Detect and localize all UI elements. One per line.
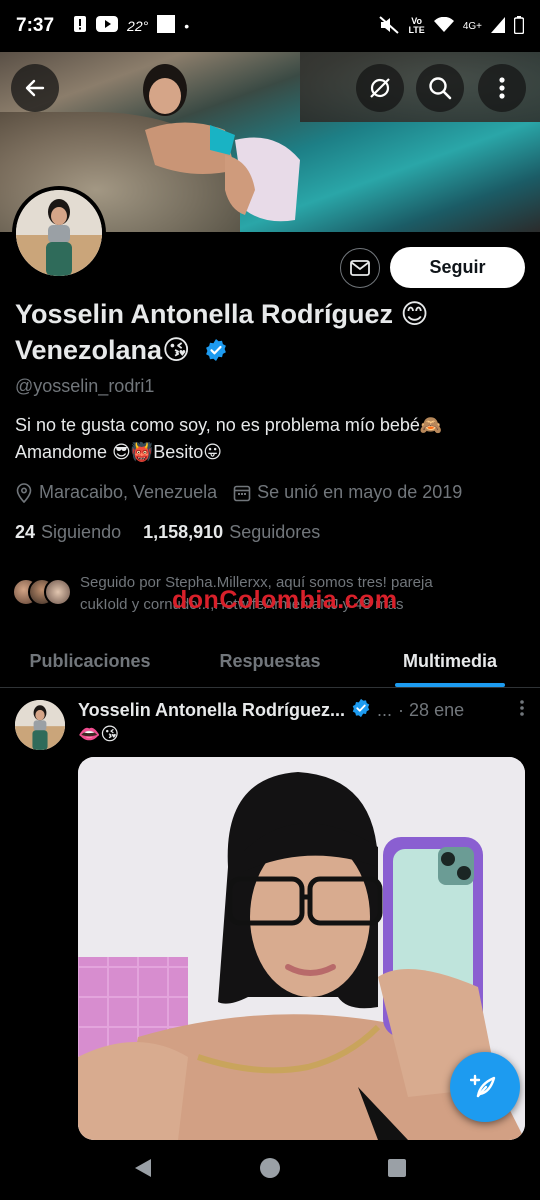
- profile-avatar[interactable]: [12, 186, 106, 280]
- nav-back-button[interactable]: [133, 1157, 153, 1184]
- watermark-text: donColombia.com: [172, 586, 398, 614]
- follow-button[interactable]: Seguir: [390, 247, 525, 288]
- alert-notification-icon: [73, 15, 87, 38]
- post-header: Yosselin Antonella Rodríguez... ... · 28…: [78, 698, 525, 723]
- hide-retweets-button[interactable]: [356, 64, 404, 112]
- compose-post-icon: [470, 1074, 496, 1098]
- follower-avatar: [44, 578, 72, 606]
- dot-icon: •: [184, 18, 190, 34]
- followers-count: 1,158,910: [143, 522, 224, 542]
- mail-icon: [350, 260, 370, 276]
- nav-home-button[interactable]: [259, 1157, 281, 1184]
- white-square-icon: [157, 14, 176, 38]
- profile-bio: Si no te gusta como soy, no es problema …: [15, 412, 525, 466]
- post-avatar-photo: [15, 700, 65, 750]
- temperature: 22°: [127, 18, 149, 34]
- signal-icon: [491, 16, 505, 36]
- network-type: 4G+: [462, 20, 482, 32]
- post-date: · 28 ene: [398, 700, 465, 720]
- profile-location: Maracaibo, Venezuela: [39, 482, 218, 502]
- tab-publicaciones[interactable]: Publicaciones: [0, 636, 180, 687]
- wifi-icon: [433, 16, 454, 36]
- profile-display-name: Yosselin Antonella Rodríguez 😊 Venezolan…: [15, 296, 525, 371]
- nav-back-icon: [135, 1158, 151, 1177]
- nav-recents-icon: [388, 1158, 406, 1177]
- profile-joined-date: Se unió en mayo de 2019: [257, 482, 463, 502]
- following-label: Siguiendo: [41, 522, 122, 542]
- battery-icon: [513, 15, 525, 37]
- followed-by-avatars: [12, 578, 72, 606]
- bio-line: Si no te gusta como soy, no es problema …: [15, 415, 443, 435]
- profile-meta: Maracaibo, Venezuela Se unió en mayo de …: [15, 482, 462, 503]
- search-icon: [429, 77, 452, 100]
- tab-multimedia[interactable]: Multimedia: [360, 636, 540, 687]
- status-bar: 7:37 22° • Vo LTE 4G+: [0, 0, 540, 52]
- compose-post-button[interactable]: [450, 1052, 520, 1122]
- following-link[interactable]: 24 Siguiendo: [15, 522, 121, 543]
- post-author-avatar[interactable]: [15, 700, 65, 750]
- more-vertical-icon: [499, 77, 505, 99]
- profile-stats: 24 Siguiendo 1,158,910 Seguidores: [15, 522, 320, 543]
- search-button[interactable]: [416, 64, 464, 112]
- back-button[interactable]: [11, 64, 59, 112]
- profile-tabs: Publicaciones Respuestas Multimedia: [0, 636, 540, 688]
- followers-label: Seguidores: [229, 522, 321, 542]
- clock: 7:37: [16, 15, 55, 36]
- verified-badge-icon[interactable]: [204, 335, 228, 371]
- youtube-icon: [96, 15, 119, 37]
- android-nav-bar: [0, 1140, 540, 1200]
- profile-handle: @yosselin_rodri1: [15, 376, 155, 396]
- hide-retweets-icon: [370, 78, 390, 98]
- banner-photo-figure: [143, 64, 300, 222]
- bio-line: Amandome 😎👹Besito😛: [15, 442, 223, 462]
- post-text: 👄😘: [78, 724, 120, 744]
- verified-badge-icon: [351, 698, 371, 723]
- nav-home-icon: [260, 1157, 280, 1178]
- location-pin-icon: [16, 482, 32, 503]
- post-author-name[interactable]: Yosselin Antonella Rodríguez...: [78, 700, 345, 721]
- nav-recents-button[interactable]: [387, 1158, 407, 1183]
- back-arrow-icon: [25, 79, 45, 97]
- post-more-icon[interactable]: [519, 699, 525, 723]
- more-options-button[interactable]: [478, 64, 526, 112]
- post-handle-truncated: ...: [377, 700, 393, 720]
- avatar-photo: [16, 190, 102, 276]
- mute-icon: [379, 15, 400, 37]
- tab-respuestas[interactable]: Respuestas: [180, 636, 360, 687]
- calendar-icon: [233, 485, 251, 501]
- message-button[interactable]: [340, 248, 380, 288]
- following-count: 24: [15, 522, 36, 542]
- volte-icon: Vo LTE: [408, 16, 425, 35]
- followers-link[interactable]: 1,158,910 Seguidores: [143, 522, 320, 543]
